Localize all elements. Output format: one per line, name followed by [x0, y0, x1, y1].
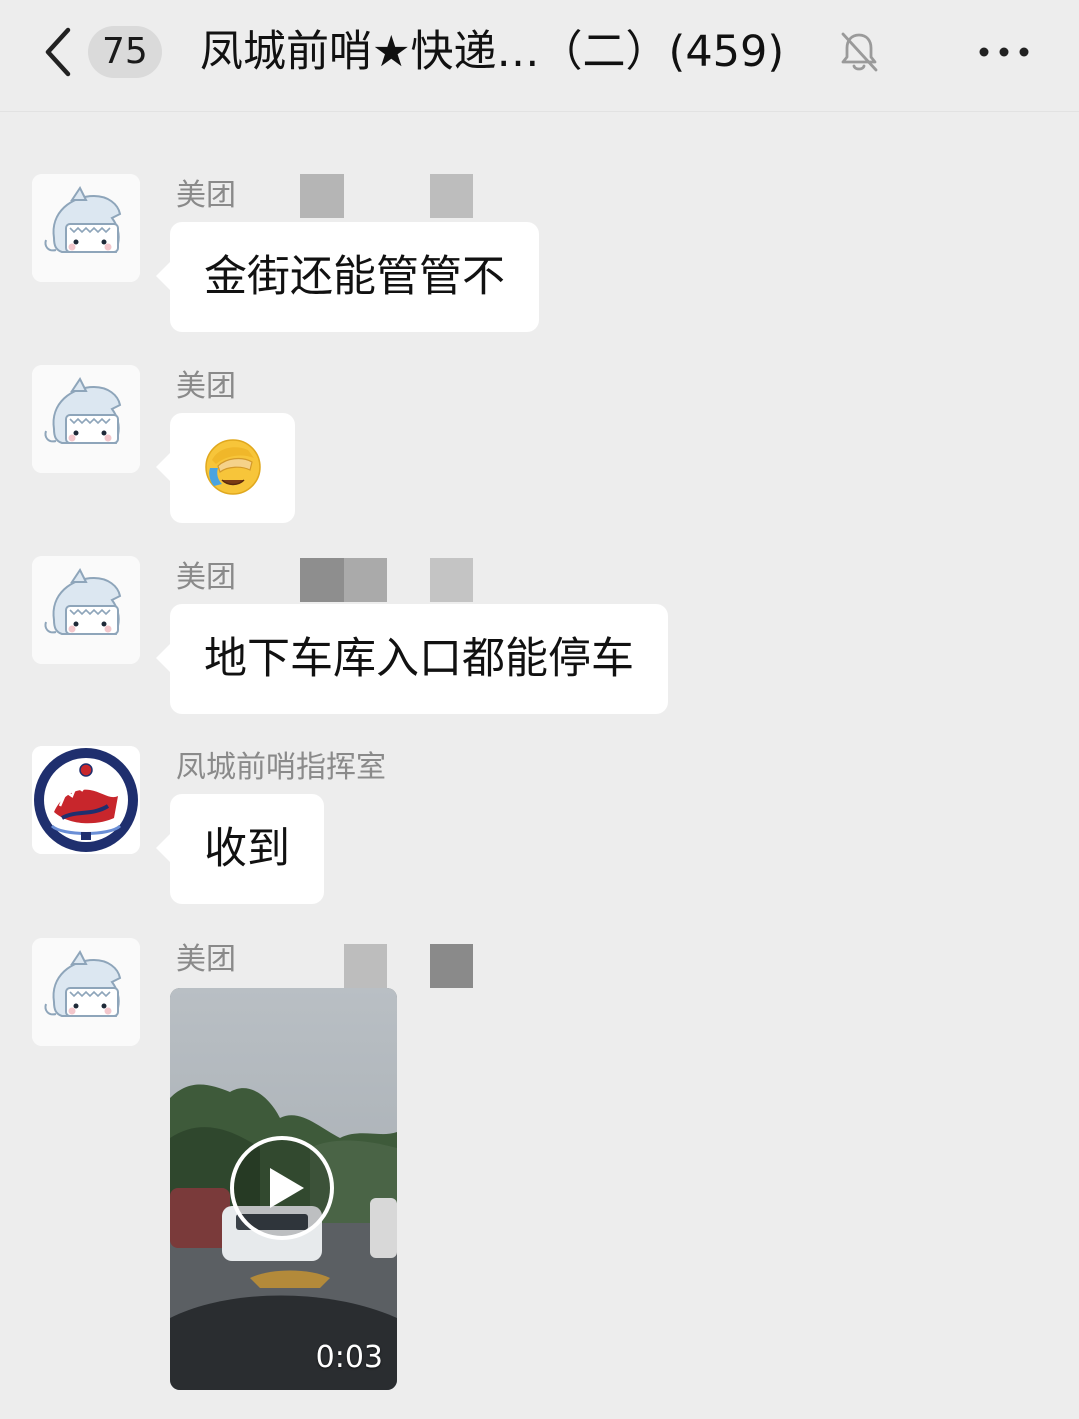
mosaic-block — [430, 174, 473, 218]
back-button[interactable] — [36, 22, 80, 82]
avatar[interactable] — [32, 174, 140, 282]
bell-off-icon — [841, 32, 878, 72]
police-emblem-avatar-icon — [32, 746, 140, 854]
unread-count-badge[interactable]: 75 — [88, 26, 162, 78]
sender-name: 美团 — [176, 942, 236, 977]
message-bubble[interactable] — [156, 413, 295, 523]
avatar[interactable] — [32, 365, 140, 473]
message-bubble[interactable]: 金街还能管管不 — [156, 222, 539, 332]
chat-title[interactable]: 凤城前哨★快递…（二）(459) — [200, 22, 784, 82]
face-palm-crying-emoji-icon — [205, 439, 261, 495]
shark-cat-avatar-icon — [32, 556, 140, 664]
mosaic-block — [430, 558, 473, 602]
avatar[interactable] — [32, 746, 140, 854]
mosaic-block — [300, 174, 344, 218]
message-bubble[interactable]: 收到 — [156, 794, 324, 904]
avatar[interactable] — [32, 938, 140, 1046]
sender-name: 美团 — [176, 369, 236, 404]
sender-name: 美团 — [176, 178, 236, 213]
more-horizontal-icon[interactable] — [972, 26, 1036, 78]
mosaic-block — [344, 558, 387, 602]
video-message[interactable]: 0:03 — [170, 988, 397, 1390]
play-icon[interactable] — [228, 1134, 336, 1242]
avatar[interactable] — [32, 556, 140, 664]
chat-header: 75 凤城前哨★快递…（二）(459) — [0, 0, 1079, 112]
shark-cat-avatar-icon — [32, 365, 140, 473]
mosaic-block — [430, 944, 473, 988]
mosaic-block — [344, 944, 387, 988]
sender-name: 美团 — [176, 560, 236, 595]
sender-name: 凤城前哨指挥室 — [176, 750, 386, 785]
shark-cat-avatar-icon — [32, 174, 140, 282]
mosaic-block — [300, 558, 344, 602]
shark-cat-avatar-icon — [32, 938, 140, 1046]
video-duration: 0:03 — [315, 1340, 383, 1375]
message-bubble[interactable]: 地下车库入口都能停车 — [156, 604, 668, 714]
chevron-left-icon — [45, 27, 71, 77]
